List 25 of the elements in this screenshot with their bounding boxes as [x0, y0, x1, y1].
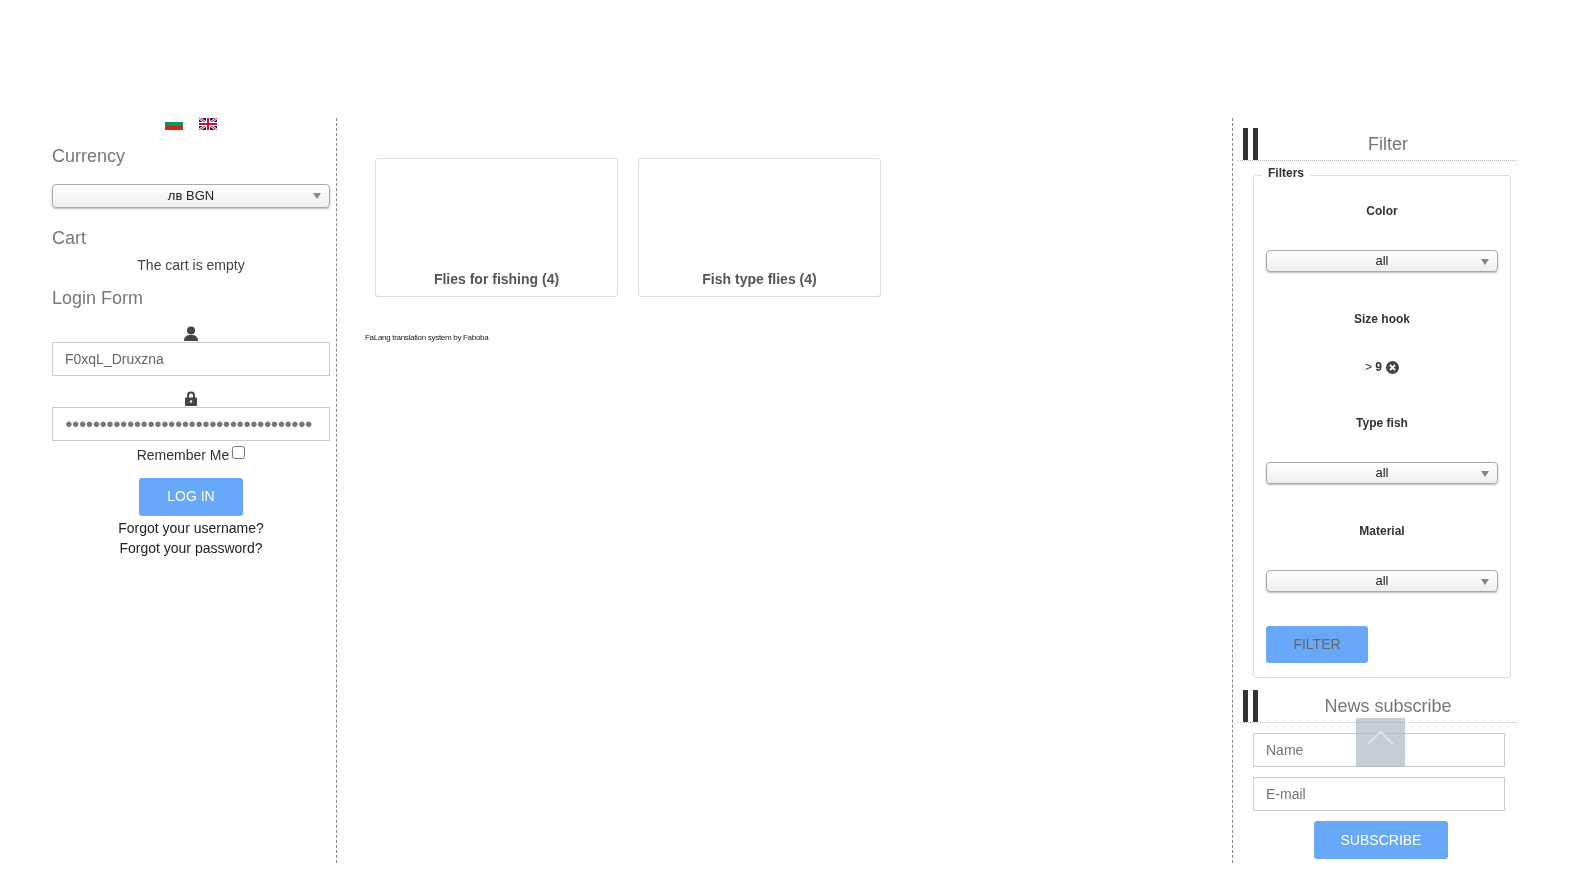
filter-label: Color	[1365, 203, 1399, 220]
credit-text: FaLang translation system by Faboba	[365, 332, 490, 344]
forgot-link[interactable]: Forgot your username?	[118, 517, 264, 538]
newsletter-field[interactable]: E-mail	[1253, 777, 1505, 811]
filter-label: Size hook	[1353, 311, 1411, 328]
filter-value: > 9	[1365, 359, 1382, 376]
filter-label: Type fish	[1355, 415, 1409, 432]
module-title: Filter	[1368, 132, 1408, 156]
category-card[interactable]: Fish type flies (4)	[638, 158, 881, 297]
cart-message: The cart is empty	[136, 256, 246, 276]
filter-select[interactable]: all	[1266, 570, 1498, 592]
username-field[interactable]: F0xqL_Druxzna	[52, 341, 330, 376]
password-field[interactable]: ●●●●●●●●●●●●●●●●●●●●●●●●●●●●●●●●●●●●	[52, 406, 330, 441]
filter-select[interactable]: all	[1266, 462, 1498, 484]
currency-select[interactable]: лв BGN	[52, 183, 330, 208]
category-card[interactable]: Flies for fishing (4)	[375, 158, 618, 297]
newsletter-field[interactable]: Name	[1253, 733, 1505, 767]
forgot-link[interactable]: Forgot your password?	[119, 537, 263, 558]
widget-title: Currency	[52, 146, 127, 168]
module-title: News subscribe	[1324, 694, 1452, 718]
remember-label: Remember Me	[136, 445, 230, 465]
widget-title: Login Form	[52, 288, 145, 310]
filter-select[interactable]: all	[1266, 250, 1498, 272]
filter-label: Material	[1358, 523, 1406, 540]
widget-title: Cart	[52, 227, 87, 250]
